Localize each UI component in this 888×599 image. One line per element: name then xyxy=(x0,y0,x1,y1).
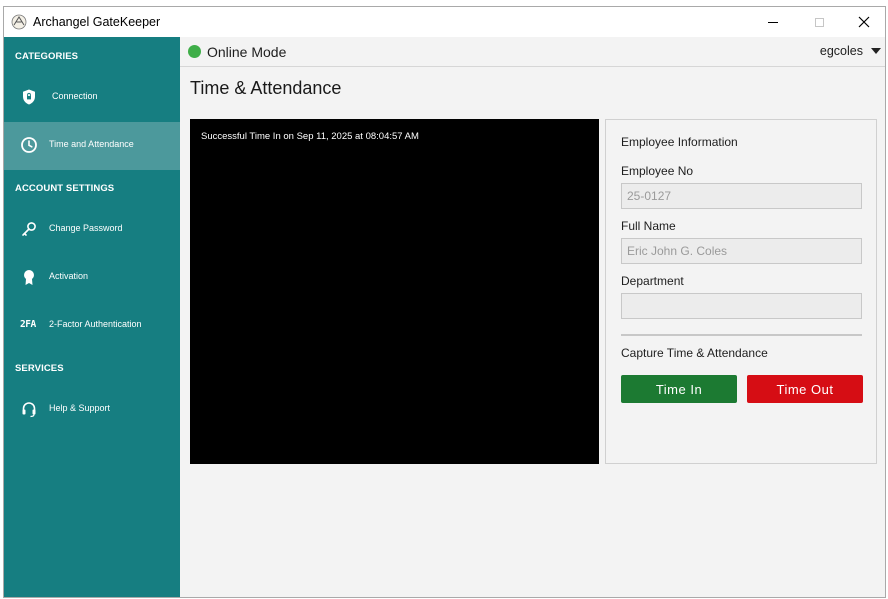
sidebar-item-2-factor-authentication[interactable]: 2FA 2-Factor Authentication xyxy=(4,302,180,350)
key-icon xyxy=(22,222,36,236)
minimize-icon xyxy=(768,21,778,23)
full-name-field[interactable] xyxy=(621,238,862,264)
title-bar: Archangel GateKeeper xyxy=(4,7,885,37)
department-label: Department xyxy=(621,274,684,288)
department-field[interactable] xyxy=(621,293,862,319)
sidebar-heading-categories: CATEGORIES xyxy=(15,51,79,62)
user-menu-dropdown[interactable]: egcoles xyxy=(820,44,881,58)
connection-status: Online Mode xyxy=(207,44,287,60)
camera-preview: Successful Time In on Sep 11, 2025 at 08… xyxy=(190,119,599,464)
close-icon xyxy=(858,16,870,28)
employee-info-heading: Employee Information xyxy=(621,135,738,149)
app-logo-icon xyxy=(11,14,27,30)
sidebar-item-label: 2-Factor Authentication xyxy=(49,319,142,329)
page-title: Time & Attendance xyxy=(190,78,342,98)
time-out-button[interactable]: Time Out xyxy=(747,375,863,403)
sidebar-item-time-and-attendance[interactable]: Time and Attendance xyxy=(4,122,180,170)
employee-no-label: Employee No xyxy=(621,164,694,178)
employee-no-field[interactable] xyxy=(621,183,862,209)
sidebar-item-activation[interactable]: Activation xyxy=(4,254,180,302)
sidebar-item-label: Activation xyxy=(49,271,89,281)
app-window: Archangel GateKeeper CATEGORIES Connecti… xyxy=(3,6,886,598)
sidebar-item-label: Help & Support xyxy=(49,403,111,413)
online-status-icon xyxy=(188,45,201,58)
sidebar: CATEGORIES Connection Time and Attendanc… xyxy=(4,37,180,597)
sidebar-heading-account-settings: ACCOUNT SETTINGS xyxy=(15,183,115,194)
shield-icon xyxy=(23,89,35,105)
sidebar-item-connection[interactable]: Connection xyxy=(4,74,180,122)
sidebar-item-label: Connection xyxy=(52,91,98,101)
username: egcoles xyxy=(819,44,863,58)
sidebar-item-label: Time and Attendance xyxy=(49,139,134,149)
close-button[interactable] xyxy=(841,7,885,37)
employee-info-panel: Employee Information Employee No Full Na… xyxy=(605,119,877,464)
time-in-status-message: Successful Time In on Sep 11, 2025 at 08… xyxy=(201,131,419,142)
window-title: Archangel GateKeeper xyxy=(33,15,161,29)
sidebar-item-help-and-support[interactable]: Help & Support xyxy=(4,386,180,434)
ribbon-icon xyxy=(24,270,34,285)
caret-down-icon xyxy=(871,48,881,54)
section-divider xyxy=(621,334,862,336)
maximize-icon xyxy=(814,17,824,27)
sidebar-heading-services: SERVICES xyxy=(15,363,64,374)
status-bar: Online Mode egcoles xyxy=(180,37,885,67)
2fa-icon: 2FA xyxy=(20,319,36,330)
sidebar-item-label: Change Password xyxy=(49,223,123,233)
headset-icon xyxy=(22,402,36,418)
minimize-button[interactable] xyxy=(750,7,796,37)
maximize-button[interactable] xyxy=(796,7,842,37)
clock-icon xyxy=(21,137,37,153)
full-name-label: Full Name xyxy=(621,219,676,233)
sidebar-item-change-password[interactable]: Change Password xyxy=(4,206,180,254)
capture-heading: Capture Time & Attendance xyxy=(621,346,768,360)
time-in-button[interactable]: Time In xyxy=(621,375,737,403)
